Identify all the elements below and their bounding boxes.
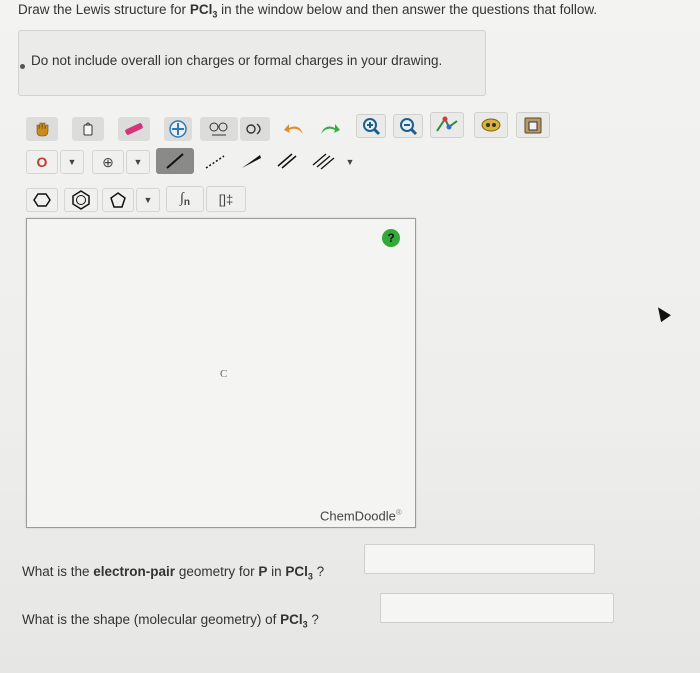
triple-bond-button[interactable] <box>306 148 340 174</box>
cyclopropane-button[interactable] <box>26 188 58 212</box>
instruction-text: Do not include overall ion charges or fo… <box>31 53 443 68</box>
chevron-down-icon: ▼ <box>143 195 153 205</box>
atom-o-button[interactable]: O <box>26 150 58 174</box>
chevron-down-icon: ▼ <box>67 157 77 167</box>
hand-tool-icon[interactable] <box>26 117 58 141</box>
lasso-icon[interactable] <box>72 117 104 141</box>
page: Draw the Lewis structure for PCl3 in the… <box>0 0 700 673</box>
brand-text: ChemDoodle <box>320 508 396 524</box>
title-formula: PCl <box>189 2 213 17</box>
q2-formula: PCl <box>280 612 303 627</box>
undo-icon[interactable] <box>280 117 310 141</box>
q1-mid2: in <box>267 564 286 579</box>
q2-pre: What is the shape (molecular geometry) o… <box>22 612 281 627</box>
pentagon-ring-button[interactable] <box>102 188 134 212</box>
question-1-text: What is the electron-pair geometry for P… <box>22 564 324 582</box>
atom-o-label: O <box>36 154 48 170</box>
chemdoodle-logo: ChemDoodle® <box>320 508 402 523</box>
charge-dropdown[interactable]: ▼ <box>126 150 150 174</box>
zoom-in-icon[interactable] <box>356 114 386 138</box>
redo-icon[interactable] <box>314 117 344 141</box>
help-icon[interactable]: ? <box>382 229 400 247</box>
mouse-cursor-icon <box>653 303 671 323</box>
ring-dropdown[interactable]: ▼ <box>136 188 160 212</box>
zoom-out-icon[interactable] <box>393 114 423 138</box>
template-icon[interactable] <box>164 117 192 141</box>
q1-post: ? <box>312 564 325 579</box>
brackets-button[interactable]: []‡ <box>206 186 246 212</box>
copy-icon[interactable] <box>474 112 508 138</box>
question-title: Draw the Lewis structure for PCl3 in the… <box>18 2 597 20</box>
canvas-atom[interactable]: C <box>220 368 227 380</box>
answer-1-input[interactable] <box>364 544 595 574</box>
atom-dropdown[interactable]: ▼ <box>60 150 84 174</box>
chevron-down-icon: ▼ <box>345 157 355 167</box>
instruction-box: Do not include overall ion charges or fo… <box>18 30 486 96</box>
dashed-bond-button[interactable] <box>198 148 232 174</box>
q1-bold2: P <box>258 564 268 579</box>
brackets-label: []‡ <box>218 191 234 207</box>
drawing-canvas[interactable]: ? C ChemDoodle® <box>26 218 416 528</box>
q2-post: ? <box>307 612 319 627</box>
chain-label: n <box>183 196 190 208</box>
eraser-icon[interactable] <box>118 117 150 141</box>
benzene-ring-button[interactable] <box>64 188 98 212</box>
ring-icon[interactable] <box>240 117 270 141</box>
brand-mark: ® <box>395 508 402 517</box>
plus-circle-icon: ⊕ <box>102 153 114 170</box>
bullet-icon <box>20 64 25 69</box>
answer-2-input[interactable] <box>380 593 614 623</box>
chain-button[interactable]: ∫ n <box>166 186 204 212</box>
double-bond-button[interactable] <box>270 148 304 174</box>
chevron-down-icon: ▼ <box>133 157 143 167</box>
title-post: in the window below and then answer the … <box>217 2 598 17</box>
center-icon[interactable] <box>430 112 464 138</box>
charge-button[interactable]: ⊕ <box>92 150 124 174</box>
q1-formula: PCl <box>285 564 308 579</box>
q1-pre: What is the <box>22 564 94 579</box>
help-label: ? <box>387 231 395 245</box>
single-bond-button[interactable] <box>156 148 194 174</box>
q1-bold: electron-pair <box>93 564 176 579</box>
wedge-bond-button[interactable] <box>234 148 268 174</box>
question-2-text: What is the shape (molecular geometry) o… <box>22 612 319 630</box>
clean-icon[interactable] <box>200 117 238 141</box>
title-pre: Draw the Lewis structure for <box>18 2 190 17</box>
paste-icon[interactable] <box>516 112 550 138</box>
q1-mid: geometry for <box>175 564 259 579</box>
bond-dropdown[interactable]: ▼ <box>340 150 360 174</box>
